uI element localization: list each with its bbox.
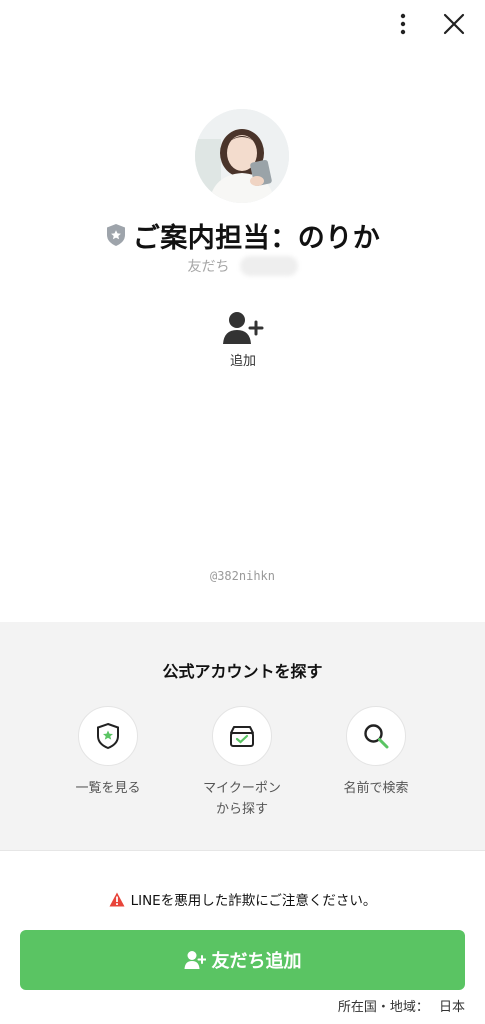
top-bar (0, 0, 485, 50)
region-label: 所在国・地域： (337, 1000, 429, 1015)
find-section-title: 公式アカウントを探す (162, 662, 323, 681)
vertical-dots-icon (400, 13, 406, 35)
close-button[interactable] (440, 10, 468, 38)
friends-label: 友だち (187, 259, 230, 275)
profile-name-row: ご案内担当：のりか (0, 214, 485, 256)
close-icon (443, 13, 465, 35)
warning-icon (109, 892, 125, 906)
bottom-panel: LINEを悪用した詐欺にご注意ください。 友だち追加 所在国・地域： 日本 (0, 872, 485, 1024)
find-official-accounts-section: 公式アカウントを探す 一覧を見る マイクーポン から探す 名前で検索 (0, 622, 485, 851)
profile-name: ご案内担当：のりか (132, 222, 381, 254)
find-item-coupon[interactable]: マイクーポン から探す (182, 706, 302, 820)
avatar-photo (195, 109, 289, 203)
add-person-icon (223, 312, 264, 344)
find-item-circle (212, 706, 272, 766)
find-item-label: 一覧を見る (75, 781, 141, 796)
verified-shield-icon (106, 224, 125, 246)
friends-count-blurred (239, 256, 298, 276)
more-options-button[interactable] (390, 10, 416, 38)
warning-text: LINEを悪用した詐欺にご注意ください。 (130, 893, 377, 909)
profile-avatar[interactable] (195, 109, 289, 203)
find-item-circle (346, 706, 406, 766)
add-person-icon (184, 951, 206, 969)
add-friend-action[interactable]: 追加 (212, 310, 274, 374)
find-item-label: 名前で検索 (343, 781, 409, 796)
add-friend-button[interactable]: 友だち追加 (20, 930, 465, 990)
add-friend-label: 友だち追加 (211, 951, 302, 972)
find-item-list[interactable]: 一覧を見る (48, 706, 168, 799)
search-icon (364, 724, 389, 749)
coupon-icon (230, 726, 254, 747)
region-info: 所在国・地域： 日本 (338, 996, 465, 1015)
user-id: @382nihkn (209, 569, 276, 583)
fraud-warning: LINEを悪用した詐欺にご注意ください。 (0, 889, 485, 909)
shield-star-icon (97, 722, 119, 750)
add-label: 追加 (229, 354, 256, 369)
find-item-circle (78, 706, 138, 766)
friends-row: 友だち (0, 255, 485, 277)
region-value: 日本 (438, 1000, 465, 1015)
find-item-search[interactable]: 名前で検索 (316, 706, 436, 799)
find-item-label: マイクーポン から探す (203, 781, 281, 817)
